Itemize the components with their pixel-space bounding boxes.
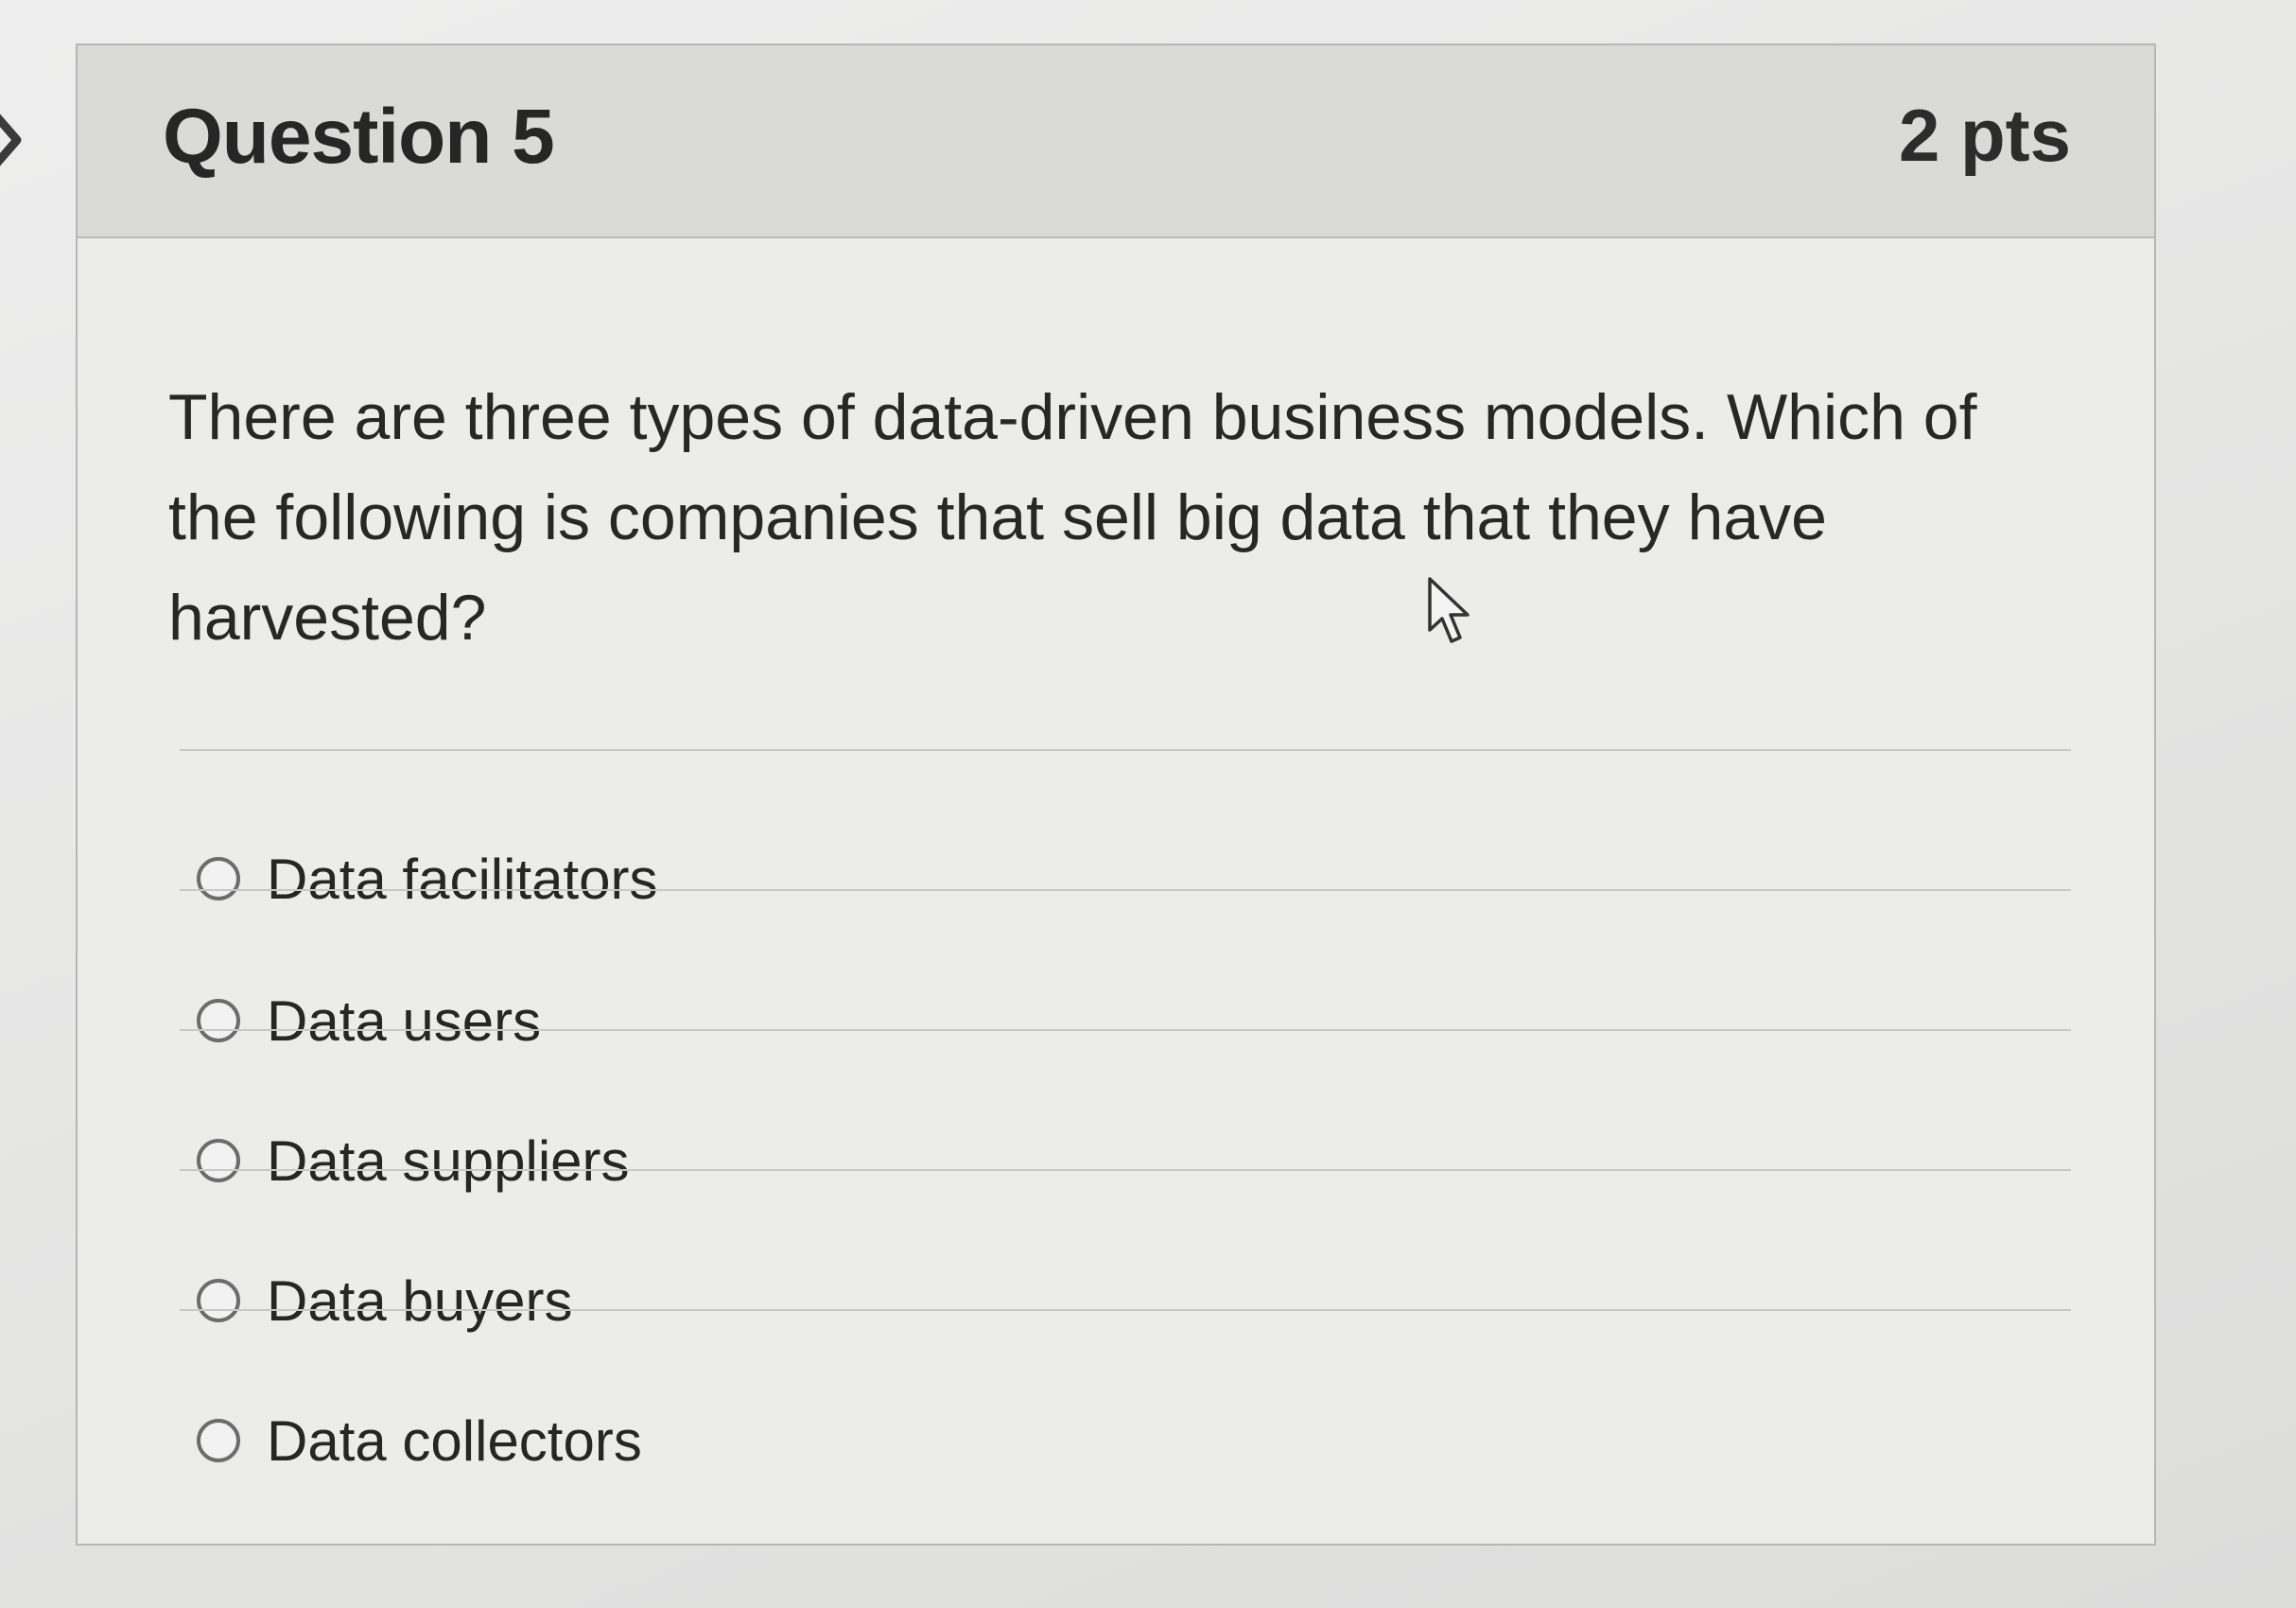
radio-button[interactable]: [197, 1139, 240, 1182]
radio-button[interactable]: [197, 857, 240, 900]
answer-option-data-facilitators[interactable]: Data facilitators: [197, 838, 658, 919]
divider: [180, 749, 2071, 751]
radio-button[interactable]: [197, 1279, 240, 1322]
answer-label: Data collectors: [267, 1408, 642, 1473]
question-card: Question 5 2 pts There are three types o…: [76, 44, 2156, 1546]
question-header: Question 5 2 pts: [78, 45, 2154, 238]
mouse-pointer-icon: [1428, 577, 1470, 643]
divider: [180, 1029, 2071, 1031]
answer-option-data-buyers[interactable]: Data buyers: [197, 1260, 573, 1341]
question-points: 2 pts: [1898, 94, 2071, 177]
answer-label: Data suppliers: [267, 1128, 630, 1193]
radio-button[interactable]: [197, 1419, 240, 1462]
divider: [180, 1309, 2071, 1311]
answer-label: Data facilitators: [267, 847, 658, 911]
answer-option-data-users[interactable]: Data users: [197, 980, 541, 1061]
radio-button[interactable]: [197, 999, 240, 1042]
answer-label: Data buyers: [267, 1268, 573, 1333]
answer-option-data-collectors[interactable]: Data collectors: [197, 1400, 642, 1481]
answer-label: Data users: [267, 988, 542, 1053]
answer-option-data-suppliers[interactable]: Data suppliers: [197, 1120, 630, 1201]
question-text: There are three types of data-driven bus…: [168, 381, 1977, 654]
divider: [180, 889, 2071, 891]
divider: [180, 1169, 2071, 1171]
question-title: Question 5: [163, 94, 555, 180]
chevron-right-icon[interactable]: [0, 102, 32, 178]
